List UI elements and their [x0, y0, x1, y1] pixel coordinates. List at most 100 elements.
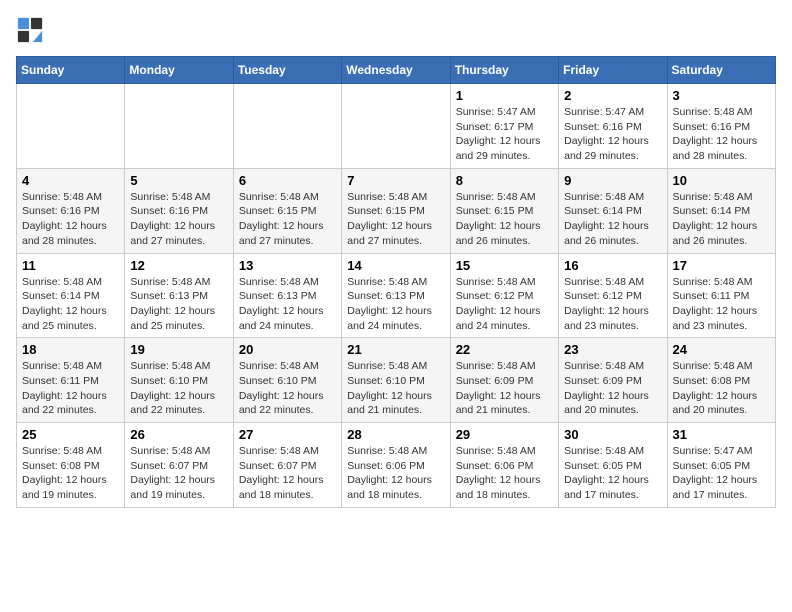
day-number: 1	[456, 88, 553, 103]
day-cell: 5 Sunrise: 5:48 AM Sunset: 6:16 PM Daylig…	[125, 168, 233, 253]
day-header-friday: Friday	[559, 57, 667, 84]
day-cell	[342, 84, 450, 169]
day-number: 2	[564, 88, 661, 103]
day-cell: 14 Sunrise: 5:48 AM Sunset: 6:13 PM Dayli…	[342, 253, 450, 338]
day-detail: Sunrise: 5:48 AM Sunset: 6:07 PM Dayligh…	[130, 444, 227, 503]
day-detail: Sunrise: 5:48 AM Sunset: 6:10 PM Dayligh…	[239, 359, 336, 418]
day-cell: 21 Sunrise: 5:48 AM Sunset: 6:10 PM Dayli…	[342, 338, 450, 423]
day-number: 10	[673, 173, 770, 188]
day-number: 24	[673, 342, 770, 357]
day-detail: Sunrise: 5:48 AM Sunset: 6:16 PM Dayligh…	[673, 105, 770, 164]
day-number: 28	[347, 427, 444, 442]
day-number: 5	[130, 173, 227, 188]
day-cell: 25 Sunrise: 5:48 AM Sunset: 6:08 PM Dayli…	[17, 423, 125, 508]
day-detail: Sunrise: 5:47 AM Sunset: 6:16 PM Dayligh…	[564, 105, 661, 164]
day-detail: Sunrise: 5:48 AM Sunset: 6:05 PM Dayligh…	[564, 444, 661, 503]
day-number: 13	[239, 258, 336, 273]
days-header-row: SundayMondayTuesdayWednesdayThursdayFrid…	[17, 57, 776, 84]
day-detail: Sunrise: 5:48 AM Sunset: 6:15 PM Dayligh…	[347, 190, 444, 249]
week-row-5: 25 Sunrise: 5:48 AM Sunset: 6:08 PM Dayli…	[17, 423, 776, 508]
day-number: 11	[22, 258, 119, 273]
day-number: 9	[564, 173, 661, 188]
day-number: 30	[564, 427, 661, 442]
day-header-sunday: Sunday	[17, 57, 125, 84]
week-row-4: 18Sunrise: 5:48 AM Sunset: 6:11 PM Dayli…	[17, 338, 776, 423]
day-detail: Sunrise: 5:48 AM Sunset: 6:10 PM Dayligh…	[130, 359, 227, 418]
day-number: 3	[673, 88, 770, 103]
day-detail: Sunrise: 5:48 AM Sunset: 6:15 PM Dayligh…	[456, 190, 553, 249]
day-number: 12	[130, 258, 227, 273]
day-cell: 11 Sunrise: 5:48 AM Sunset: 6:14 PM Dayli…	[17, 253, 125, 338]
day-number: 25	[22, 427, 119, 442]
day-detail: Sunrise: 5:48 AM Sunset: 6:08 PM Dayligh…	[22, 444, 119, 503]
day-number: 21	[347, 342, 444, 357]
day-header-wednesday: Wednesday	[342, 57, 450, 84]
day-detail: Sunrise: 5:48 AM Sunset: 6:09 PM Dayligh…	[564, 359, 661, 418]
calendar-table: SundayMondayTuesdayWednesdayThursdayFrid…	[16, 56, 776, 508]
day-detail: Sunrise: 5:48 AM Sunset: 6:12 PM Dayligh…	[564, 275, 661, 334]
header	[16, 16, 776, 44]
week-row-3: 11 Sunrise: 5:48 AM Sunset: 6:14 PM Dayli…	[17, 253, 776, 338]
day-number: 20	[239, 342, 336, 357]
day-detail: Sunrise: 5:47 AM Sunset: 6:05 PM Dayligh…	[673, 444, 770, 503]
day-cell: 24Sunrise: 5:48 AM Sunset: 6:08 PM Dayli…	[667, 338, 775, 423]
day-header-monday: Monday	[125, 57, 233, 84]
day-cell: 26 Sunrise: 5:48 AM Sunset: 6:07 PM Dayli…	[125, 423, 233, 508]
day-detail: Sunrise: 5:48 AM Sunset: 6:11 PM Dayligh…	[22, 359, 119, 418]
day-cell: 20 Sunrise: 5:48 AM Sunset: 6:10 PM Dayli…	[233, 338, 341, 423]
week-row-1: 1 Sunrise: 5:47 AM Sunset: 6:17 PM Daylig…	[17, 84, 776, 169]
day-number: 23	[564, 342, 661, 357]
day-cell: 2 Sunrise: 5:47 AM Sunset: 6:16 PM Daylig…	[559, 84, 667, 169]
day-cell: 28 Sunrise: 5:48 AM Sunset: 6:06 PM Dayli…	[342, 423, 450, 508]
day-cell	[17, 84, 125, 169]
day-header-thursday: Thursday	[450, 57, 558, 84]
day-detail: Sunrise: 5:48 AM Sunset: 6:10 PM Dayligh…	[347, 359, 444, 418]
day-cell: 1 Sunrise: 5:47 AM Sunset: 6:17 PM Daylig…	[450, 84, 558, 169]
day-detail: Sunrise: 5:48 AM Sunset: 6:11 PM Dayligh…	[673, 275, 770, 334]
day-detail: Sunrise: 5:48 AM Sunset: 6:09 PM Dayligh…	[456, 359, 553, 418]
logo	[16, 16, 48, 44]
day-cell: 27 Sunrise: 5:48 AM Sunset: 6:07 PM Dayli…	[233, 423, 341, 508]
day-cell: 12 Sunrise: 5:48 AM Sunset: 6:13 PM Dayli…	[125, 253, 233, 338]
day-number: 31	[673, 427, 770, 442]
day-detail: Sunrise: 5:47 AM Sunset: 6:17 PM Dayligh…	[456, 105, 553, 164]
day-number: 6	[239, 173, 336, 188]
day-cell: 30 Sunrise: 5:48 AM Sunset: 6:05 PM Dayli…	[559, 423, 667, 508]
day-cell: 19 Sunrise: 5:48 AM Sunset: 6:10 PM Dayli…	[125, 338, 233, 423]
day-detail: Sunrise: 5:48 AM Sunset: 6:13 PM Dayligh…	[347, 275, 444, 334]
day-number: 14	[347, 258, 444, 273]
day-cell: 8 Sunrise: 5:48 AM Sunset: 6:15 PM Daylig…	[450, 168, 558, 253]
day-number: 26	[130, 427, 227, 442]
day-number: 27	[239, 427, 336, 442]
day-cell: 13Sunrise: 5:48 AM Sunset: 6:13 PM Dayli…	[233, 253, 341, 338]
day-cell: 17Sunrise: 5:48 AM Sunset: 6:11 PM Dayli…	[667, 253, 775, 338]
day-cell: 29 Sunrise: 5:48 AM Sunset: 6:06 PM Dayli…	[450, 423, 558, 508]
day-cell: 31 Sunrise: 5:47 AM Sunset: 6:05 PM Dayli…	[667, 423, 775, 508]
week-row-2: 4Sunrise: 5:48 AM Sunset: 6:16 PM Daylig…	[17, 168, 776, 253]
day-cell: 10Sunrise: 5:48 AM Sunset: 6:14 PM Dayli…	[667, 168, 775, 253]
day-cell: 22 Sunrise: 5:48 AM Sunset: 6:09 PM Dayli…	[450, 338, 558, 423]
day-detail: Sunrise: 5:48 AM Sunset: 6:06 PM Dayligh…	[347, 444, 444, 503]
day-detail: Sunrise: 5:48 AM Sunset: 6:07 PM Dayligh…	[239, 444, 336, 503]
day-number: 8	[456, 173, 553, 188]
day-cell: 18Sunrise: 5:48 AM Sunset: 6:11 PM Dayli…	[17, 338, 125, 423]
day-cell: 3 Sunrise: 5:48 AM Sunset: 6:16 PM Daylig…	[667, 84, 775, 169]
day-number: 7	[347, 173, 444, 188]
day-number: 22	[456, 342, 553, 357]
day-detail: Sunrise: 5:48 AM Sunset: 6:12 PM Dayligh…	[456, 275, 553, 334]
day-number: 16	[564, 258, 661, 273]
day-detail: Sunrise: 5:48 AM Sunset: 6:13 PM Dayligh…	[130, 275, 227, 334]
day-cell: 9 Sunrise: 5:48 AM Sunset: 6:14 PM Daylig…	[559, 168, 667, 253]
day-detail: Sunrise: 5:48 AM Sunset: 6:14 PM Dayligh…	[22, 275, 119, 334]
day-number: 29	[456, 427, 553, 442]
day-cell	[125, 84, 233, 169]
day-detail: Sunrise: 5:48 AM Sunset: 6:14 PM Dayligh…	[564, 190, 661, 249]
day-number: 15	[456, 258, 553, 273]
day-cell: 7 Sunrise: 5:48 AM Sunset: 6:15 PM Daylig…	[342, 168, 450, 253]
day-detail: Sunrise: 5:48 AM Sunset: 6:06 PM Dayligh…	[456, 444, 553, 503]
day-detail: Sunrise: 5:48 AM Sunset: 6:16 PM Dayligh…	[22, 190, 119, 249]
day-cell: 16 Sunrise: 5:48 AM Sunset: 6:12 PM Dayli…	[559, 253, 667, 338]
day-cell: 6Sunrise: 5:48 AM Sunset: 6:15 PM Daylig…	[233, 168, 341, 253]
day-detail: Sunrise: 5:48 AM Sunset: 6:16 PM Dayligh…	[130, 190, 227, 249]
day-number: 19	[130, 342, 227, 357]
